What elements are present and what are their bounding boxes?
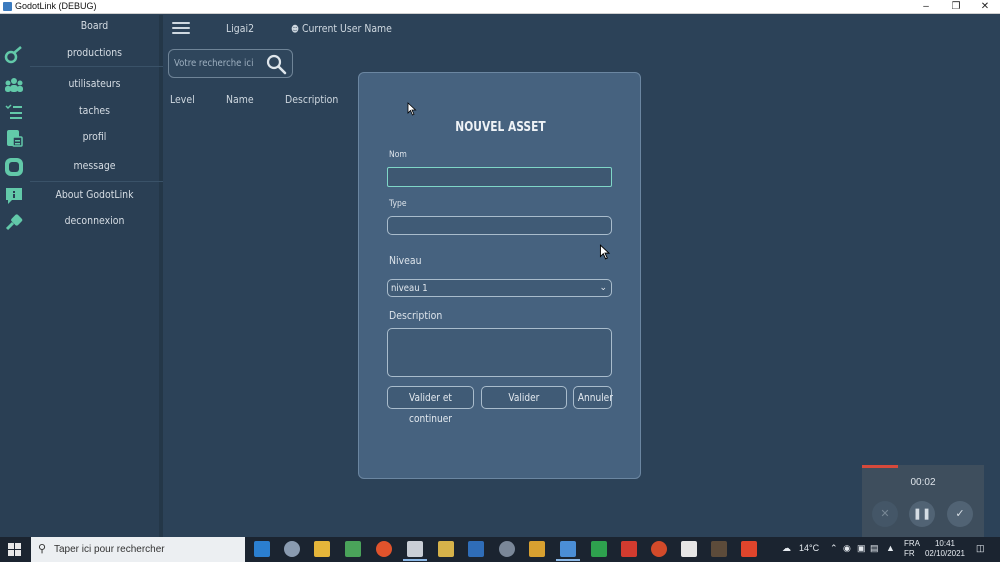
dialog-title: NOUVEL ASSET xyxy=(455,120,546,135)
tasks-icon xyxy=(5,104,22,119)
name-label: Nom xyxy=(389,150,407,160)
file-explorer-icon[interactable] xyxy=(314,541,330,557)
spreadsheet-icon[interactable] xyxy=(591,541,607,557)
star-app-icon[interactable] xyxy=(529,541,545,557)
windows-start-button[interactable] xyxy=(8,543,21,556)
app-icon[interactable] xyxy=(741,541,757,557)
current-user-label: Current User Name xyxy=(301,22,392,35)
windows-taskbar: ⚲ Taper ici pour rechercher ☁ 14°C ⌃ ◉ ▣… xyxy=(0,537,1000,562)
network-icon[interactable]: ▤ xyxy=(870,543,879,554)
message-icon xyxy=(5,158,23,176)
search-box[interactable]: Votre recherche ici xyxy=(168,49,293,78)
sidebar-divider xyxy=(30,181,163,182)
sidebar-item-board[interactable]: Board xyxy=(0,15,163,41)
about-icon xyxy=(6,188,22,204)
clock[interactable]: 10:41 02/10/2021 xyxy=(924,539,966,559)
sidebar: Board productions utilisateurs taches pr… xyxy=(0,15,163,537)
column-header-name[interactable]: Name xyxy=(226,93,254,106)
notification-icon[interactable]: ◫ xyxy=(976,543,985,554)
new-asset-dialog: NOUVEL ASSET Nom Type Niveau niveau 1 ⌄ … xyxy=(358,72,641,479)
app-icon[interactable] xyxy=(403,541,427,561)
sidebar-item-label: productions xyxy=(66,46,123,59)
user-icon: ☻ xyxy=(291,25,299,35)
current-user[interactable]: ☻ Current User Name xyxy=(291,22,392,35)
description-label: Description xyxy=(389,309,443,322)
users-icon xyxy=(5,78,23,92)
sidebar-item-productions[interactable]: productions xyxy=(0,41,163,67)
window-title: GodotLink (DEBUG) xyxy=(15,1,97,11)
type-field[interactable] xyxy=(387,216,612,235)
pdf-icon[interactable] xyxy=(621,541,637,557)
sidebar-item-label: message xyxy=(73,159,116,172)
language-indicator[interactable]: FRA FR xyxy=(904,539,920,559)
profile-icon xyxy=(7,130,23,147)
sidebar-item-label: profil xyxy=(82,130,107,143)
level-label: Niveau xyxy=(389,254,422,267)
search-icon: ⚲ xyxy=(38,543,47,555)
window-title-bar: GodotLink (DEBUG) – ❐ ✕ xyxy=(0,0,1000,14)
vscode-icon[interactable] xyxy=(254,541,270,557)
app-icon xyxy=(3,2,12,11)
sidebar-item-profil[interactable]: profil xyxy=(0,125,163,151)
chevron-up-icon[interactable]: ⌃ xyxy=(830,543,838,554)
name-field[interactable] xyxy=(387,167,612,187)
hamburger-menu-button[interactable] xyxy=(172,22,190,36)
chevron-down-icon: ⌄ xyxy=(599,282,607,292)
weather-temperature[interactable]: 14°C xyxy=(799,543,819,553)
sidebar-item-deconnexion[interactable]: deconnexion xyxy=(0,209,163,235)
maximize-button[interactable]: ❐ xyxy=(941,0,971,14)
sidebar-item-message[interactable]: message xyxy=(0,154,163,180)
sidebar-item-about[interactable]: About GodotLink xyxy=(0,183,163,209)
app-icon[interactable] xyxy=(468,541,484,557)
sidebar-item-label: deconnexion xyxy=(64,214,125,227)
powerpoint-icon[interactable] xyxy=(651,541,667,557)
validate-and-continue-button[interactable]: Valider et continuer xyxy=(387,386,474,425)
description-textarea[interactable] xyxy=(387,328,612,377)
tray-icon[interactable]: ◉ xyxy=(843,543,851,554)
logout-icon xyxy=(5,214,23,231)
validate-button[interactable]: Valider xyxy=(481,386,567,409)
taskbar-search-input[interactable]: Taper ici pour rechercher xyxy=(54,544,165,555)
type-label: Type xyxy=(389,199,407,209)
godot-icon[interactable] xyxy=(556,541,580,561)
star-app-icon[interactable] xyxy=(438,541,454,557)
weather-icon[interactable]: ☁ xyxy=(782,543,791,554)
taskbar-search[interactable]: ⚲ Taper ici pour rechercher xyxy=(31,537,245,562)
stop-recording-button[interactable]: ✕ xyxy=(872,501,898,527)
column-header-description[interactable]: Description xyxy=(285,93,338,106)
app-icon[interactable] xyxy=(499,541,515,557)
mouse-cursor-icon xyxy=(599,244,611,260)
sidebar-item-utilisateurs[interactable]: utilisateurs xyxy=(0,72,163,98)
sidebar-item-label: taches xyxy=(78,104,111,117)
app-icon[interactable] xyxy=(711,541,727,557)
level-select[interactable]: niveau 1 ⌄ xyxy=(387,279,612,297)
sidebar-item-label: About GodotLink xyxy=(55,188,134,201)
sidebar-item-label: utilisateurs xyxy=(68,77,121,90)
pause-recording-button[interactable]: ❚❚ xyxy=(909,501,935,527)
minimize-button[interactable]: – xyxy=(911,0,941,14)
production-icon xyxy=(4,46,22,64)
search-input[interactable]: Votre recherche ici xyxy=(174,58,253,69)
app-window: Board productions utilisateurs taches pr… xyxy=(0,15,1000,537)
column-header-level[interactable]: Level xyxy=(170,93,195,106)
tray-icon[interactable]: ▣ xyxy=(857,543,866,554)
recording-progress-bar xyxy=(862,465,898,468)
app-icon[interactable] xyxy=(284,541,300,557)
sidebar-item-taches[interactable]: taches xyxy=(0,99,163,125)
sidebar-item-label: Board xyxy=(80,19,109,32)
finish-recording-button[interactable]: ✓ xyxy=(947,501,973,527)
browser-icon[interactable] xyxy=(376,541,392,557)
mouse-cursor-icon xyxy=(407,102,417,116)
close-button[interactable]: ✕ xyxy=(970,0,1000,14)
volume-icon[interactable]: ▲ xyxy=(886,543,895,553)
search-icon[interactable] xyxy=(265,53,287,75)
notepad-icon[interactable] xyxy=(345,541,361,557)
sidebar-divider xyxy=(30,66,163,67)
level-selected-value: niveau 1 xyxy=(391,283,428,294)
cancel-button[interactable]: Annuler xyxy=(573,386,613,409)
screen-recorder-widget: 00:02 ✕ ❚❚ ✓ xyxy=(862,465,984,537)
recording-time: 00:02 xyxy=(910,477,936,488)
app-icon[interactable] xyxy=(681,541,697,557)
project-name[interactable]: Ligai2 xyxy=(226,22,254,35)
